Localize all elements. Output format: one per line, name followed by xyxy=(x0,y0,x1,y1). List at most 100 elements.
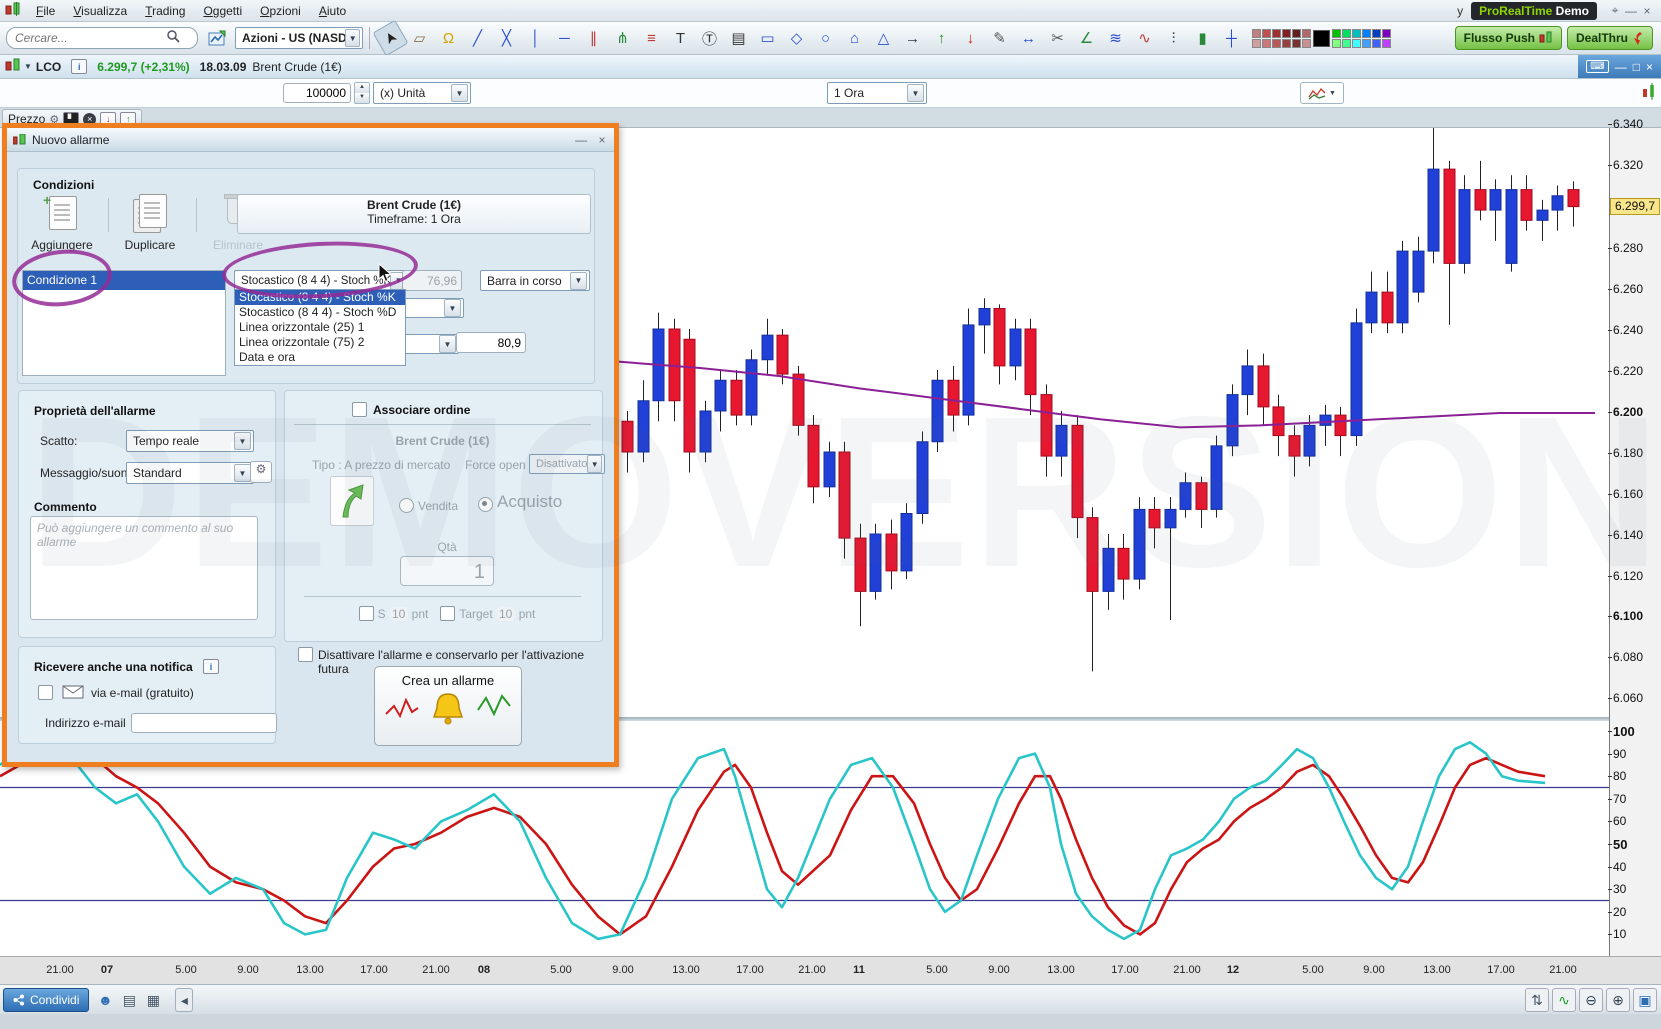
market-selector[interactable]: Azioni - US (NASDAQ ▼ xyxy=(235,27,363,49)
fibonacci-tool-icon[interactable]: ≡ xyxy=(638,25,665,51)
trendline-tool-icon[interactable]: ╱ xyxy=(464,25,491,51)
color-swatch[interactable] xyxy=(1372,28,1381,38)
new-chart-icon[interactable] xyxy=(203,25,230,51)
new-alarm-dialog[interactable]: Nuovo allarme — × Condizioni + Aggiunger… xyxy=(2,123,619,767)
color-swatch[interactable] xyxy=(1372,38,1381,48)
rectangle-tool-icon[interactable]: ▭ xyxy=(754,25,781,51)
dropdown-option[interactable]: Stocastico (8 4 4) - Stoch %D xyxy=(235,305,405,320)
panel-minimize-icon[interactable]: — xyxy=(1615,60,1627,74)
ellipse-tool-icon[interactable]: ○ xyxy=(812,25,839,51)
instrument-symbol[interactable]: LCO xyxy=(36,60,61,74)
angle-tool-icon[interactable]: ∠ xyxy=(1073,25,1100,51)
second-threshold-input[interactable] xyxy=(456,332,526,353)
color-swatch[interactable] xyxy=(1252,28,1261,38)
minimize-icon[interactable]: — xyxy=(1623,4,1639,18)
color-swatch[interactable] xyxy=(1302,28,1311,38)
extended-line-tool-icon[interactable]: ╳ xyxy=(493,25,520,51)
color-swatch[interactable] xyxy=(1272,38,1281,48)
menu-aiuto[interactable]: Aiuto xyxy=(310,2,355,20)
scroll-left-button[interactable]: ◂ xyxy=(175,988,194,1012)
color-swatch[interactable] xyxy=(1352,38,1361,48)
pin-icon[interactable]: ⌖ xyxy=(1607,3,1623,18)
quantity-input[interactable] xyxy=(283,83,351,103)
dialog-title-bar[interactable]: Nuovo allarme — × xyxy=(7,128,614,152)
chart-style-button[interactable]: ▼ xyxy=(1300,82,1344,104)
grid-view-icon[interactable]: ▦ xyxy=(141,988,165,1012)
ruler-tool-icon[interactable]: ▱ xyxy=(406,25,433,51)
scissors-tool-icon[interactable]: ✂ xyxy=(1044,25,1071,51)
trigger-select[interactable]: Tempo reale ▼ xyxy=(126,430,254,452)
color-swatch[interactable] xyxy=(1262,28,1271,38)
eval-mode-select[interactable]: Barra in corso ▼ xyxy=(480,270,590,291)
panel-maximize-icon[interactable]: □ xyxy=(1633,60,1640,74)
color-swatch[interactable] xyxy=(1302,38,1311,48)
cursor-tool-icon[interactable]: ➤ xyxy=(372,19,409,57)
condition-row2-select[interactable]: ▼ xyxy=(398,298,464,318)
color-swatch[interactable] xyxy=(1342,28,1351,38)
search-input[interactable] xyxy=(13,30,167,46)
condition-list-item-selected[interactable]: Condizione 1 xyxy=(23,271,225,290)
color-swatch[interactable] xyxy=(1362,28,1371,38)
dropdown-option[interactable]: Linea orizzontale (25) 1 xyxy=(235,320,405,335)
color-swatch[interactable] xyxy=(1272,28,1281,38)
menu-visualizza[interactable]: Visualizza xyxy=(64,2,136,20)
color-swatch[interactable] xyxy=(1332,28,1341,38)
pencil-tool-icon[interactable]: ✎ xyxy=(986,25,1013,51)
alarm-bell-tool-icon[interactable]: Ω xyxy=(435,25,462,51)
menu-oggetti[interactable]: Oggetti xyxy=(194,2,251,20)
color-swatch[interactable] xyxy=(1332,38,1341,48)
horizontal-line-tool-icon[interactable]: ─ xyxy=(551,25,578,51)
indicator-dropdown-list[interactable]: Stocastico (8 4 4) - Stoch %K Stocastico … xyxy=(234,289,406,366)
histogram-tool-icon[interactable]: ▮ xyxy=(1189,25,1216,51)
color-swatch-black[interactable] xyxy=(1313,29,1330,47)
text-tool-icon[interactable]: T xyxy=(667,25,694,51)
color-swatch[interactable] xyxy=(1292,28,1301,38)
sound-config-button[interactable]: ⚙ xyxy=(250,461,272,483)
chart-stats-icon[interactable]: ∿ xyxy=(1552,988,1576,1012)
dropdown-option[interactable]: Stocastico (8 4 4) - Stoch %K xyxy=(235,290,405,305)
sound-select[interactable]: Standard ▼ xyxy=(126,462,254,484)
menu-trading[interactable]: Trading xyxy=(136,2,194,20)
zoom-out-icon[interactable]: ⊖ xyxy=(1579,988,1603,1012)
dealthru-button[interactable]: DealThru xyxy=(1566,26,1653,50)
color-swatch[interactable] xyxy=(1362,38,1371,48)
info-icon[interactable]: i xyxy=(71,59,88,74)
color-swatch[interactable] xyxy=(1352,28,1361,38)
dropdown-option[interactable]: Linea orizzontale (75) 2 xyxy=(235,335,405,350)
condition-list[interactable]: Condizione 1 xyxy=(22,270,226,376)
close-icon[interactable]: × xyxy=(1639,4,1655,18)
arrow-right-tool-icon[interactable]: → xyxy=(899,25,926,51)
deactivate-checkbox[interactable] xyxy=(298,647,313,662)
email-checkbox[interactable] xyxy=(38,685,53,700)
dropdown-option[interactable]: Data e ora xyxy=(235,350,405,365)
pitchfork-tool-icon[interactable]: ⋔ xyxy=(609,25,636,51)
arrow-up-tool-icon[interactable]: ↑ xyxy=(928,25,955,51)
panel-layout-icon[interactable]: ▣ xyxy=(1633,988,1657,1012)
color-swatch[interactable] xyxy=(1382,28,1391,38)
comment-textarea[interactable]: Può aggiungere un commento al suo allarm… xyxy=(30,516,258,620)
menu-file[interactable]: File xyxy=(27,2,64,20)
keyboard-icon[interactable]: ⌨ xyxy=(1586,60,1609,73)
zoom-in-icon[interactable]: ⊕ xyxy=(1606,988,1630,1012)
trader-profile-icon[interactable]: ☻ xyxy=(93,988,117,1012)
unit-mode-select[interactable]: (x) Unità ▼ xyxy=(373,82,471,104)
triangle-tool-icon[interactable]: △ xyxy=(870,25,897,51)
measure-tool-icon[interactable]: ↔ xyxy=(1015,25,1042,51)
scroll-arrows-icon[interactable]: ⇅ xyxy=(1525,988,1549,1012)
quantity-stepper[interactable]: ▲ ▼ xyxy=(354,82,370,104)
timeframe-select[interactable]: 1 Ora ▼ xyxy=(827,82,927,104)
panel-close-icon[interactable]: × xyxy=(1646,60,1653,74)
wave-pattern-tool-icon[interactable]: ≋ xyxy=(1102,25,1129,51)
order-list-icon[interactable]: ▤ xyxy=(117,988,141,1012)
notify-info-icon[interactable]: i xyxy=(203,659,219,674)
bars-tool-icon[interactable]: ⫶ xyxy=(1160,25,1187,51)
color-swatch[interactable] xyxy=(1282,28,1291,38)
vertical-line-tool-icon[interactable]: │ xyxy=(522,25,549,51)
search-box[interactable] xyxy=(6,27,198,49)
crosshair-tool-icon[interactable]: ┼ xyxy=(1218,25,1245,51)
polygon-tool-icon[interactable]: ⌂ xyxy=(841,25,868,51)
channel-tool-icon[interactable]: ∥ xyxy=(580,25,607,51)
color-swatch[interactable] xyxy=(1282,38,1291,48)
color-swatch[interactable] xyxy=(1382,38,1391,48)
zigzag-tool-icon[interactable]: ∿ xyxy=(1131,25,1158,51)
